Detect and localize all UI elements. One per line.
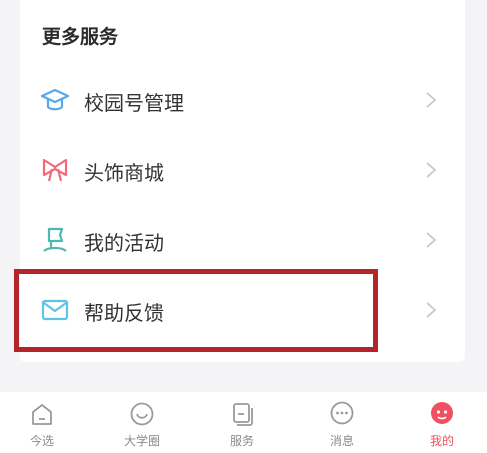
chevron-right-icon [426,232,437,248]
page: 更多服务 校园号管理 头饰商城 我的活动 帮助反馈 今选 大学圈 服务 消息 我… [0,0,487,453]
menu-item-help-feedback[interactable]: 帮助反馈 [20,280,465,340]
section-title: 更多服务 [42,26,119,48]
chevron-right-icon [426,302,437,318]
bow-icon [42,158,68,182]
home-icon [32,404,52,425]
tab-university-circle[interactable]: 大学圈 [107,392,177,453]
flag-icon [43,227,67,252]
tab-messages[interactable]: 消息 [307,392,377,453]
tab-label: 服务 [229,434,254,448]
profile-icon [431,402,453,424]
tab-label: 大学圈 [123,434,160,448]
chevron-right-icon [426,92,437,108]
chat-bubble-icon [330,401,354,425]
bottom-tab-bar: 今选 大学圈 服务 消息 我的 [0,392,487,453]
envelope-icon [41,299,69,321]
smile-icon [130,402,154,426]
menu-item-my-activities[interactable]: 我的活动 [20,210,465,270]
menu-item-label: 头饰商城 [84,161,164,185]
tab-services[interactable]: 服务 [207,392,277,453]
tab-label: 今选 [29,434,54,448]
tab-label: 消息 [329,434,354,448]
menu-item-label: 我的活动 [84,231,164,255]
menu-item-campus-account[interactable]: 校园号管理 [20,70,465,130]
mortarboard-icon [40,88,70,111]
tab-me[interactable]: 我的 [407,392,477,453]
chevron-right-icon [426,162,437,178]
tab-today-picks[interactable]: 今选 [7,392,77,453]
tab-label: 我的 [429,434,454,448]
cards-icon [233,403,253,426]
menu-item-headwear-shop[interactable]: 头饰商城 [20,140,465,200]
menu-item-label: 帮助反馈 [84,301,164,325]
menu-item-label: 校园号管理 [84,91,184,115]
